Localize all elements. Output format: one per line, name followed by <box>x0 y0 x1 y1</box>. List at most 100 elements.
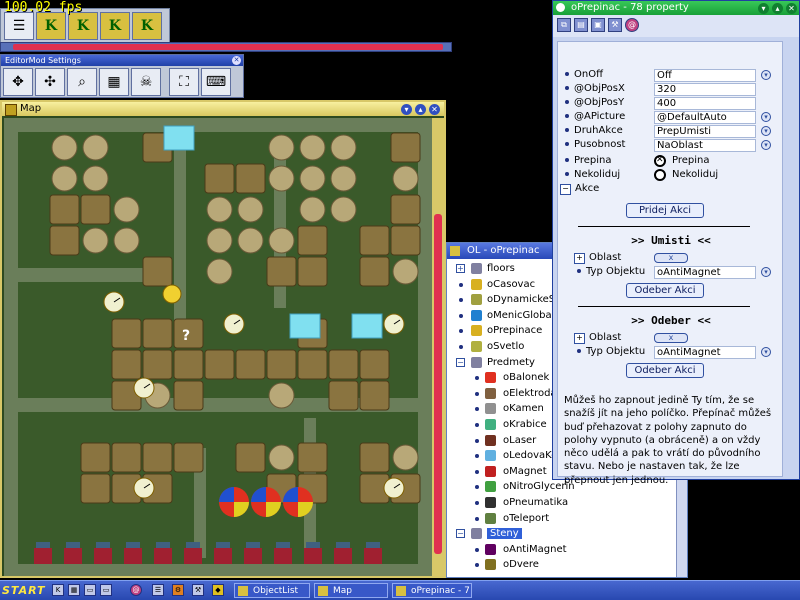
bullet-icon <box>475 485 479 490</box>
tree-item-label: oDvere <box>503 559 539 571</box>
maximize-icon[interactable]: ▴ <box>772 3 783 14</box>
umisti-odeber-akci-button[interactable]: Odeber Akci <box>626 283 704 298</box>
umisti-heading: >> Umisti << <box>631 234 711 247</box>
prop-value-field[interactable]: NaOblast <box>654 139 756 152</box>
start-button[interactable]: START <box>2 583 46 598</box>
task-oprepinac[interactable]: oPrepinac - 7 <box>392 583 472 598</box>
prop-value-field[interactable]: 400 <box>654 97 756 110</box>
quicklaunch-box-icon[interactable]: ◆ <box>212 584 224 596</box>
odeber-heading: >> Odeber << <box>631 314 711 327</box>
quicklaunch-at-icon[interactable]: @ <box>130 584 142 596</box>
task-objectlist[interactable]: ObjectList <box>234 583 310 598</box>
map-vertical-scrollbar[interactable] <box>432 118 444 576</box>
prop-value-field[interactable]: Off <box>654 69 756 82</box>
odeber-odeber-akci-button[interactable]: Odeber Akci <box>626 363 704 378</box>
bottle-icon <box>154 548 172 564</box>
move-tool-icon[interactable]: ✣ <box>35 68 65 96</box>
expand-icon[interactable]: + <box>456 264 465 273</box>
bullet-icon <box>475 563 479 568</box>
prop-value-field[interactable]: @DefaultAuto <box>654 111 756 124</box>
quicklaunch-list-icon[interactable]: ☰ <box>152 584 164 596</box>
tree-item[interactable]: oPneumatika <box>447 495 687 511</box>
horizontal-scrollbar[interactable] <box>0 42 452 52</box>
close-icon[interactable]: ✕ <box>786 3 797 14</box>
quicklaunch-window-icon[interactable]: ▭ <box>100 584 112 596</box>
pick-tool-icon[interactable]: ✥ <box>3 68 33 96</box>
object-type-icon <box>471 309 482 321</box>
skull-icon[interactable]: ☠ <box>131 68 161 96</box>
crate-tile <box>390 132 421 163</box>
tree-item[interactable]: oDvere <box>447 557 687 573</box>
expand-icon[interactable]: + <box>574 333 585 344</box>
prepina-radio[interactable] <box>654 155 666 167</box>
prop-value-field[interactable]: PrepUmisti <box>654 125 756 138</box>
bullet-icon <box>475 516 479 521</box>
odeber-oblast-row[interactable]: + Oblast <box>574 331 621 345</box>
object-list-icon <box>450 246 460 256</box>
property-scrollbar[interactable] <box>787 41 797 477</box>
object-type-icon <box>485 372 496 384</box>
quicklaunch-grid-icon[interactable]: ▦ <box>68 584 80 596</box>
maximize-icon[interactable]: ▴ <box>415 104 426 115</box>
prop-value-field[interactable]: 320 <box>654 83 756 96</box>
collapse-icon[interactable]: − <box>560 184 571 195</box>
save-icon[interactable]: ▣ <box>591 18 605 32</box>
bottle-icon <box>94 548 112 564</box>
close-icon[interactable]: ✕ <box>232 56 241 65</box>
quicklaunch-k-icon[interactable]: K <box>52 584 64 596</box>
tree-item-label: oSvetlo <box>487 340 525 352</box>
umisti-oblast-row[interactable]: + Oblast <box>574 251 621 265</box>
tree-item[interactable]: oTeleport <box>447 511 687 527</box>
bottle-icon <box>306 542 320 548</box>
list-icon[interactable]: ☰ <box>4 12 34 40</box>
bottle-icon <box>274 548 292 564</box>
bottle-icon <box>246 542 260 548</box>
odeber-oblast-x-button[interactable]: x <box>654 333 688 343</box>
paste-icon[interactable]: ▤ <box>574 18 588 32</box>
tools-icon[interactable]: ⚒ <box>608 18 622 32</box>
quicklaunch-gear-icon[interactable]: ⚙ <box>172 584 184 596</box>
collapse-icon[interactable]: − <box>456 529 465 539</box>
stone-tile <box>113 196 140 223</box>
dropdown-icon[interactable]: ▾ <box>761 347 771 357</box>
task-map[interactable]: Map <box>314 583 388 598</box>
dropdown-icon[interactable]: ▾ <box>761 126 771 136</box>
minimize-icon[interactable]: ▾ <box>401 104 412 115</box>
umisti-oblast-x-button[interactable]: x <box>654 253 688 263</box>
dropdown-icon[interactable]: ▾ <box>761 112 771 122</box>
umisti-typ-field[interactable]: oAntiMagnet <box>654 266 756 279</box>
crate-tile <box>235 442 266 473</box>
stone-tile <box>268 382 295 409</box>
grid-icon[interactable]: ▦ <box>99 68 129 96</box>
copy-icon[interactable]: ⧉ <box>557 18 571 32</box>
dropdown-icon[interactable]: ▾ <box>761 140 771 150</box>
object-type-icon <box>471 278 482 290</box>
quicklaunch-tool-icon[interactable]: ⚒ <box>192 584 204 596</box>
pridej-akci-button[interactable]: Pridej Akci <box>626 203 704 218</box>
dropdown-icon[interactable]: ▾ <box>761 70 771 80</box>
expand-icon[interactable]: + <box>574 253 585 264</box>
quicklaunch-window-icon[interactable]: ▭ <box>84 584 96 596</box>
at-icon[interactable]: @ <box>625 18 639 32</box>
dropdown-icon[interactable]: ▾ <box>761 267 771 277</box>
k-icon[interactable]: K <box>68 12 98 40</box>
k-icon[interactable]: K <box>100 12 130 40</box>
minimize-icon[interactable]: ▾ <box>758 3 769 14</box>
tree-group[interactable]: − Steny <box>447 526 687 542</box>
keyboard-icon[interactable]: ⌨ <box>201 68 231 96</box>
inspect-tool-icon[interactable]: ⌕ <box>67 68 97 96</box>
odeber-typ-field[interactable]: oAntiMagnet <box>654 346 756 359</box>
close-icon[interactable]: ✕ <box>429 104 440 115</box>
property-icon <box>556 3 565 12</box>
nekoliduj-radio[interactable] <box>654 169 666 181</box>
select-tool-icon[interactable]: ⛶ <box>169 68 199 96</box>
collapse-icon[interactable]: − <box>456 357 465 367</box>
object-type-icon <box>485 543 496 555</box>
tree-item[interactable]: oAntiMagnet <box>447 542 687 558</box>
crate-tile <box>142 349 173 380</box>
akce-row[interactable]: − Akce <box>560 182 599 196</box>
game-map-canvas[interactable]: ? <box>4 118 432 576</box>
k-icon[interactable]: K <box>36 12 66 40</box>
task-icon <box>396 586 406 596</box>
k-icon[interactable]: K <box>132 12 162 40</box>
